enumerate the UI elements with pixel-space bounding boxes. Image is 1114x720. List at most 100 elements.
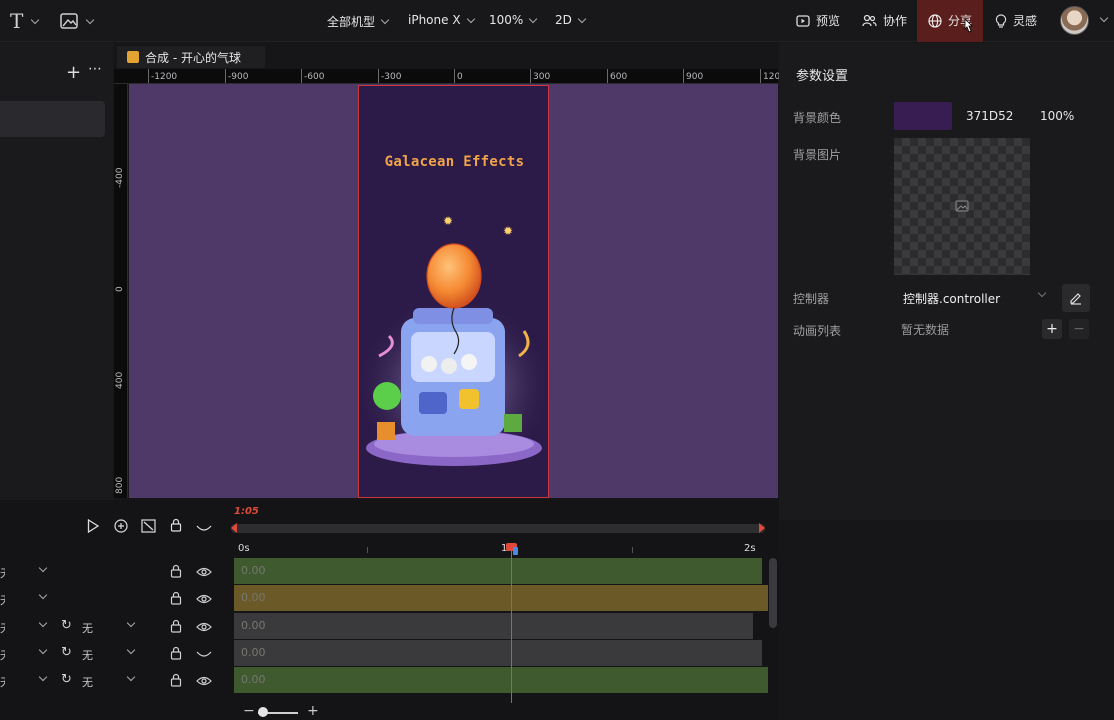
- eye-icon[interactable]: [196, 593, 212, 607]
- composition-tab[interactable]: 合成 - 开心的气球: [117, 46, 265, 68]
- ruler-label: -1200: [147, 69, 178, 83]
- time-range-bar[interactable]: [231, 523, 765, 533]
- ruler-label: 600: [606, 69, 628, 83]
- eye-closed-icon[interactable]: [196, 522, 212, 537]
- ruler-label: -300: [377, 69, 402, 83]
- lock-icon[interactable]: [170, 591, 182, 608]
- device-model-menu[interactable]: 全部机型: [327, 13, 390, 30]
- image-tool-button[interactable]: [60, 10, 95, 32]
- mode-menu[interactable]: 2D: [555, 13, 587, 27]
- selected-layer-row[interactable]: [0, 101, 105, 137]
- ruler-label: 300: [529, 69, 551, 83]
- bg-color-swatch[interactable]: [894, 102, 952, 130]
- inspiration-label: 灵感: [1013, 14, 1038, 28]
- ruler-label: 0: [115, 286, 125, 292]
- text-tool-button[interactable]: T: [10, 9, 40, 33]
- bg-color-hex-input[interactable]: 371D52: [966, 109, 1013, 123]
- top-toolbar: T 全部机型 iPhone X 100% 2D 预览 协作 分享 灵感: [0, 0, 1114, 42]
- image-placeholder-icon: [955, 200, 969, 212]
- cursor-icon: [964, 18, 973, 33]
- bg-image-label: 背景图片: [793, 148, 842, 162]
- users-icon: [862, 14, 877, 26]
- preview-label: 预览: [816, 14, 841, 28]
- device-model-label: 全部机型: [327, 15, 376, 29]
- ruler-tick: [367, 547, 368, 553]
- vertical-ruler: -400 0 400 800: [114, 84, 128, 498]
- track-bar[interactable]: 0.00: [234, 558, 762, 584]
- zoom-slider-knob[interactable]: [258, 707, 268, 717]
- ruler-tick: [632, 547, 633, 553]
- track-bar[interactable]: 0.00: [234, 667, 768, 693]
- chevron-down-icon: [31, 15, 40, 24]
- eye-closed-icon[interactable]: [196, 648, 212, 662]
- inspiration-button[interactable]: 灵感: [995, 12, 1037, 29]
- crop-icon[interactable]: [141, 519, 156, 537]
- track-bar[interactable]: 0.00: [234, 640, 762, 666]
- device-frame[interactable]: Galacean Effects ✹ ✹: [358, 85, 549, 498]
- chevron-down-icon: [577, 14, 587, 23]
- track-bar[interactable]: 0.00: [234, 613, 753, 639]
- playhead-line: [511, 546, 512, 703]
- curve-icon[interactable]: ↻: [61, 645, 72, 660]
- eye-icon[interactable]: [196, 675, 212, 689]
- eye-icon[interactable]: [196, 566, 212, 580]
- ruler-label: 900: [682, 69, 704, 83]
- curve-label: 无: [82, 676, 93, 689]
- add-animation-button[interactable]: +: [1042, 319, 1062, 339]
- horizontal-ruler: -1200 -900 -600 -300 0 300 600 900 120: [114, 69, 781, 84]
- device-menu[interactable]: iPhone X: [408, 13, 475, 27]
- timeline-scrollbar[interactable]: [769, 558, 777, 628]
- remove-animation-button[interactable]: −: [1069, 319, 1089, 339]
- panel-title: 参数设置: [796, 69, 849, 84]
- curve-icon[interactable]: ↻: [61, 672, 72, 687]
- curve-label: 无: [82, 649, 93, 662]
- zoom-in-icon[interactable]: +: [307, 703, 319, 719]
- ruler-label: -900: [224, 69, 249, 83]
- ruler-label: 120: [759, 69, 781, 83]
- ruler-label: -400: [115, 167, 125, 188]
- bg-image-upload[interactable]: [894, 138, 1030, 275]
- share-button[interactable]: 分享: [917, 0, 983, 42]
- bg-color-alpha-input[interactable]: 100%: [1040, 109, 1074, 123]
- user-avatar[interactable]: [1060, 6, 1089, 35]
- lock-icon[interactable]: [170, 564, 182, 581]
- controller-select[interactable]: 控制器.controller: [894, 285, 1054, 311]
- text-tool-icon: T: [10, 9, 24, 33]
- animation-list-empty: 暂无数据: [901, 323, 950, 337]
- chevron-down-icon[interactable]: [1099, 13, 1109, 23]
- track-value: 0.00: [241, 564, 266, 577]
- preview-button[interactable]: 预览: [796, 12, 840, 29]
- track-bar[interactable]: 0.00: [234, 585, 768, 611]
- ruler-label: 800: [115, 476, 125, 494]
- range-end-handle[interactable]: [759, 523, 765, 533]
- collab-label: 协作: [883, 14, 908, 28]
- controller-value: 控制器.controller: [903, 291, 1001, 306]
- range-start-handle[interactable]: [231, 523, 237, 533]
- chevron-down-icon: [466, 14, 475, 23]
- lock-icon[interactable]: [170, 646, 182, 663]
- layer-panel: + ⋯: [0, 43, 113, 500]
- device-label: iPhone X: [408, 13, 461, 27]
- lock-icon[interactable]: [170, 619, 182, 636]
- composition-icon: [127, 51, 139, 63]
- mode-label: 2D: [555, 13, 572, 27]
- edit-controller-button[interactable]: [1062, 284, 1090, 312]
- play-square-icon: [796, 14, 810, 27]
- zoom-menu[interactable]: 100%: [489, 13, 538, 27]
- lock-icon[interactable]: [170, 518, 182, 536]
- controller-label: 控制器: [793, 292, 830, 306]
- eye-icon[interactable]: [196, 621, 212, 635]
- add-layer-icon[interactable]: +: [66, 64, 81, 82]
- add-keyframe-icon[interactable]: [114, 519, 128, 537]
- zoom-out-icon[interactable]: −: [243, 703, 255, 719]
- track-value: 0.00: [241, 646, 266, 659]
- bg-color-label: 背景颜色: [793, 111, 842, 125]
- curve-icon[interactable]: ↻: [61, 618, 72, 633]
- play-icon[interactable]: [87, 518, 100, 537]
- sparkle-icon: ✹: [443, 214, 454, 228]
- tab-title: 合成 - 开心的气球: [145, 50, 241, 65]
- collab-button[interactable]: 协作: [862, 12, 907, 29]
- lock-icon[interactable]: [170, 673, 182, 690]
- more-icon[interactable]: ⋯: [88, 61, 102, 77]
- timeline-ruler: 0s 1s 2s: [234, 540, 764, 556]
